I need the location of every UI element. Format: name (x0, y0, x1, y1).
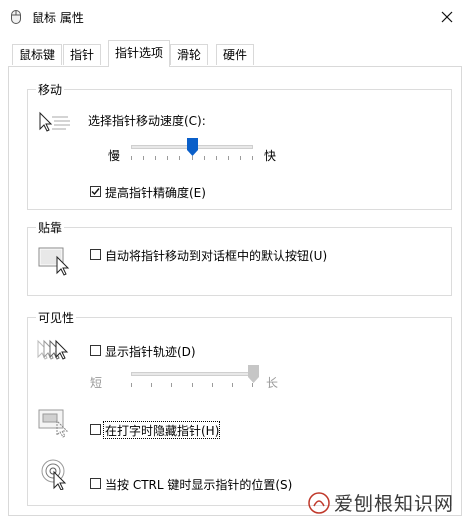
pointer-trails-icon (37, 339, 69, 360)
slider-tick (131, 383, 132, 387)
tab-pointers[interactable]: 指针 (63, 44, 102, 65)
slider-tick (131, 156, 132, 160)
visibility-group: 可见性 显示指针轨迹(D) 短 长 在打字时隐藏指针(H) 当按 CTRL 键时… (27, 309, 452, 506)
window-title: 鼠标 属性 (32, 11, 84, 25)
fast-label: 快 (264, 149, 277, 163)
close-icon (441, 11, 453, 23)
slider-tick (216, 156, 217, 160)
trails-slider-ticks (131, 383, 253, 388)
slider-tick (252, 156, 253, 160)
snap-label[interactable]: 自动将指针移动到对话框中的默认按钮(U) (105, 247, 327, 264)
slider-tick (167, 156, 168, 160)
motion-group: 移动 选择指针移动速度(C): 慢 快 提高指针精确度(E) (27, 81, 452, 210)
tab-hardware[interactable]: 硬件 (216, 44, 255, 65)
snap-group: 贴靠 自动将指针移动到对话框中的默认按钮(U) (27, 219, 452, 296)
snap-group-title: 贴靠 (36, 219, 65, 236)
slider-tick (155, 156, 156, 160)
slider-tick (228, 156, 229, 160)
watermark: 爱刨根知识网 (308, 489, 454, 516)
tab-pointer-options[interactable]: 指针选项 (108, 40, 171, 67)
title-bar: 鼠标 属性 (0, 0, 470, 34)
slider-tick (212, 383, 213, 387)
precision-checkbox[interactable] (90, 186, 101, 197)
check-icon (91, 188, 100, 196)
mouse-icon (11, 10, 21, 24)
slider-tick (151, 383, 152, 387)
slider-tick (179, 156, 180, 160)
speed-slider-ticks (131, 156, 253, 161)
slider-tick (252, 383, 253, 387)
slider-tick (232, 383, 233, 387)
ctrl-location-label[interactable]: 当按 CTRL 键时显示指针的位置(S) (105, 476, 292, 493)
hide-checkbox[interactable] (90, 424, 101, 435)
slider-tick (171, 383, 172, 387)
snap-to-button-icon (38, 247, 70, 276)
trails-checkbox[interactable] (90, 345, 101, 356)
slider-tick (240, 156, 241, 160)
precision-label[interactable]: 提高指针精确度(E) (105, 184, 206, 201)
tab-strip: 鼠标键 指针 指针选项 滑轮 硬件 (8, 40, 462, 67)
watermark-logo-icon (308, 491, 330, 514)
tab-wheel[interactable]: 滑轮 (170, 44, 209, 65)
slow-label: 慢 (108, 149, 121, 163)
visibility-group-title: 可见性 (36, 309, 77, 326)
show-location-icon (41, 459, 67, 490)
hide-label[interactable]: 在打字时隐藏指针(H) (105, 422, 219, 439)
ctrl-location-checkbox[interactable] (90, 478, 101, 489)
motion-group-title: 移动 (36, 81, 65, 98)
close-button[interactable] (424, 0, 470, 34)
trails-label[interactable]: 显示指针轨迹(D) (105, 343, 196, 360)
speed-slider-thumb[interactable] (187, 138, 198, 156)
slider-tick (192, 156, 193, 160)
slider-tick (204, 156, 205, 160)
pointer-speed-icon (39, 111, 70, 132)
snap-checkbox[interactable] (90, 249, 101, 260)
long-label: 长 (266, 376, 279, 390)
tab-panel: 移动 选择指针移动速度(C): 慢 快 提高指针精确度(E) 贴靠 自动将指针移… (8, 66, 462, 516)
short-label: 短 (90, 376, 103, 390)
slider-tick (143, 156, 144, 160)
slider-tick (192, 383, 193, 387)
tab-buttons[interactable]: 鼠标键 (12, 44, 63, 65)
trails-slider-thumb[interactable] (248, 365, 259, 383)
watermark-text: 爱刨根知识网 (333, 493, 454, 515)
speed-label: 选择指针移动速度(C): (88, 114, 206, 128)
trails-slider-track[interactable] (131, 372, 253, 376)
hide-while-typing-icon (38, 409, 69, 438)
